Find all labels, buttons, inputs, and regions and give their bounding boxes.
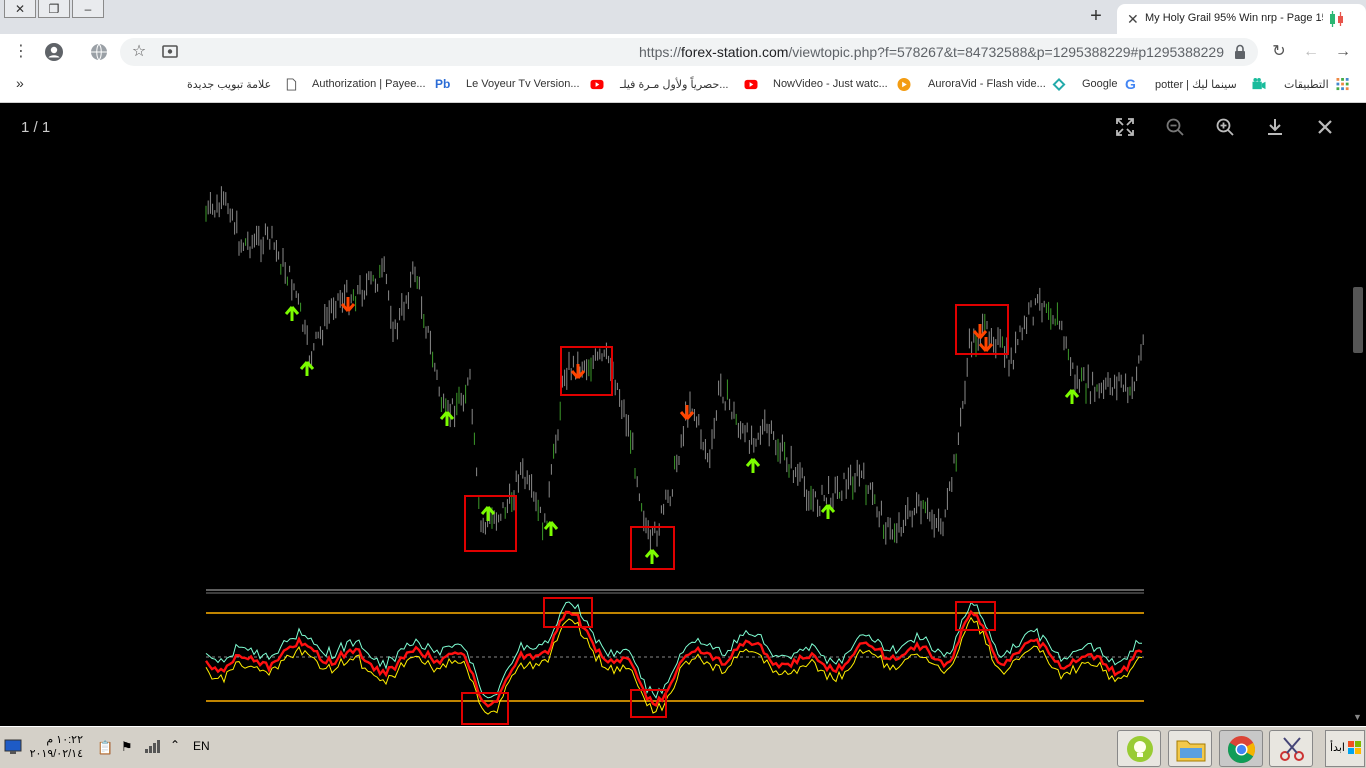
- sell-arrow-down: [340, 297, 356, 312]
- apps-grid-icon: [1336, 78, 1349, 91]
- bookmark-arabic-film[interactable]: حصرياً ولأول مـرة فيلـ...: [620, 78, 728, 91]
- tab-title: My Holy Grail 95% Win nrp - Page 15: [1145, 12, 1323, 24]
- cinema-icon: [1252, 78, 1266, 90]
- taskbar-app-lightbulb[interactable]: [1117, 730, 1161, 767]
- viewer-scrollbar[interactable]: ▼: [1350, 104, 1366, 726]
- scrollbar-thumb[interactable]: [1353, 287, 1363, 353]
- image-counter: 1 / 1: [21, 119, 51, 136]
- window-controls: ✕ ❐ –: [4, 0, 106, 18]
- network-monitor-icon[interactable]: [4, 739, 22, 755]
- price-candles: [205, 186, 1144, 551]
- scissors-icon: [1280, 737, 1304, 761]
- payeer-icon: Pb: [435, 77, 451, 91]
- signal-arrows: [284, 297, 1080, 564]
- folder-icon: [1176, 740, 1206, 762]
- back-arrow-icon[interactable]: →: [1333, 42, 1353, 62]
- buy-arrow-up: [439, 411, 455, 426]
- close-window-button[interactable]: ✕: [4, 0, 36, 18]
- bookmark-authorization[interactable]: Authorization | Payee...: [312, 78, 426, 90]
- menu-kebab-icon[interactable]: ⋮: [11, 42, 31, 62]
- lock-icon[interactable]: [1230, 42, 1250, 62]
- start-label: ابدأ: [1330, 742, 1345, 754]
- signal-bars-icon[interactable]: [145, 740, 161, 753]
- image-viewer: 1 / 1: [0, 104, 1366, 726]
- url-host: forex-station.com: [681, 44, 789, 60]
- oscillator-slow-line: [205, 616, 1143, 715]
- oscillator-box: [630, 689, 667, 718]
- oscillator-main-line: [205, 609, 1143, 708]
- tab-close-icon[interactable]: ✕: [1127, 11, 1139, 28]
- url-text: https://forex-station.com/viewtopic.php?…: [639, 44, 1224, 60]
- clock[interactable]: ١٠:٢٢ م ٢٠١٩/٠٢/١٤: [25, 733, 83, 761]
- windows-logo-icon: [1348, 741, 1361, 754]
- clock-date: ٢٠١٩/٠٢/١٤: [29, 748, 83, 760]
- forex-chart-image: [205, 186, 1144, 725]
- clock-time: ١٠:٢٢ م: [46, 734, 83, 746]
- zoom-in-icon[interactable]: [1215, 117, 1235, 137]
- profile-avatar-icon[interactable]: [44, 42, 64, 62]
- taskbar-app-explorer[interactable]: [1168, 730, 1212, 767]
- chevron-up-icon[interactable]: ⌃: [170, 738, 180, 752]
- buy-arrow-up: [820, 504, 836, 519]
- new-tab-button[interactable]: +: [1086, 6, 1106, 27]
- address-bar[interactable]: ☆ https://forex-station.com/viewtopic.ph…: [120, 38, 1258, 66]
- cast-icon[interactable]: [160, 42, 180, 62]
- youtube-icon: [590, 79, 604, 90]
- youtube-icon: [744, 79, 758, 90]
- flag-icon[interactable]: ⚑: [121, 739, 133, 755]
- bookmarks-overflow-button[interactable]: »: [16, 75, 24, 91]
- restore-window-button[interactable]: ❐: [38, 0, 70, 18]
- language-indicator[interactable]: EN: [193, 739, 210, 753]
- oscillator-fast-line: [205, 601, 1143, 699]
- bookmark-star-icon[interactable]: ☆: [129, 42, 149, 62]
- candlestick-favicon-icon: [1330, 11, 1343, 27]
- browser-toolbar: ⋮ ☆ https://forex-station.com/viewtopic.…: [0, 34, 1366, 69]
- bookmark-auroravid[interactable]: AuroraVid - Flash vide...: [928, 78, 1046, 90]
- close-viewer-icon[interactable]: [1315, 117, 1335, 137]
- google-icon: G: [1125, 76, 1136, 92]
- signal-box: [464, 495, 517, 552]
- buy-arrow-up: [745, 458, 761, 473]
- aurora-icon: [1052, 78, 1066, 91]
- active-tab[interactable]: ✕ My Holy Grail 95% Win nrp - Page 15: [1117, 4, 1366, 34]
- buy-arrow-up: [644, 549, 660, 564]
- url-scheme: https://: [639, 44, 682, 60]
- bookmarks-bar: » علامة تبويب جديدة Authorization | Paye…: [0, 69, 1366, 103]
- chrome-icon: [1228, 736, 1256, 764]
- nowvideo-icon: [897, 78, 911, 91]
- oscillator-box: [461, 692, 509, 725]
- sell-arrow-down: [978, 337, 994, 352]
- scroll-down-icon[interactable]: ▼: [1353, 712, 1362, 722]
- bookmark-google[interactable]: Google: [1082, 78, 1117, 90]
- fullscreen-icon[interactable]: [1115, 117, 1135, 137]
- download-icon[interactable]: [1265, 117, 1285, 137]
- minimize-window-button[interactable]: –: [72, 0, 104, 18]
- bookmark-cinema[interactable]: potter | سينما ليك: [1155, 78, 1237, 91]
- lightbulb-icon: [1127, 736, 1153, 762]
- clipboard-icon[interactable]: 📋: [97, 740, 113, 756]
- bookmark-le-voyeur[interactable]: Le Voyeur Tv Version...: [466, 78, 580, 90]
- forward-arrow-icon[interactable]: ←: [1301, 42, 1321, 62]
- extension-globe-icon[interactable]: [89, 42, 109, 62]
- taskbar-app-snipping[interactable]: [1269, 730, 1313, 767]
- reload-icon[interactable]: ↻: [1269, 42, 1289, 62]
- taskbar-app-chrome[interactable]: [1219, 730, 1263, 767]
- buy-arrow-up: [284, 306, 300, 321]
- page-icon: [286, 78, 297, 91]
- sell-arrow-down: [679, 405, 695, 420]
- tab-strip: ✕ ❐ – + ✕ My Holy Grail 95% Win nrp - Pa…: [0, 0, 1366, 34]
- zoom-out-icon[interactable]: [1165, 117, 1185, 137]
- bookmark-new-tab[interactable]: علامة تبويب جديدة: [187, 78, 271, 91]
- bookmark-nowvideo[interactable]: NowVideo - Just watc...: [773, 78, 888, 90]
- windows-taskbar: ١٠:٢٢ م ٢٠١٩/٠٢/١٤ 📋 ⚑ ⌃ EN ابدأ: [0, 726, 1366, 768]
- url-path: /viewtopic.php?f=578267&t=84732588&p=129…: [788, 44, 1224, 60]
- buy-arrow-up: [1064, 389, 1080, 404]
- bookmark-apps[interactable]: التطبيقات: [1284, 78, 1329, 91]
- start-button[interactable]: ابدأ: [1325, 730, 1365, 767]
